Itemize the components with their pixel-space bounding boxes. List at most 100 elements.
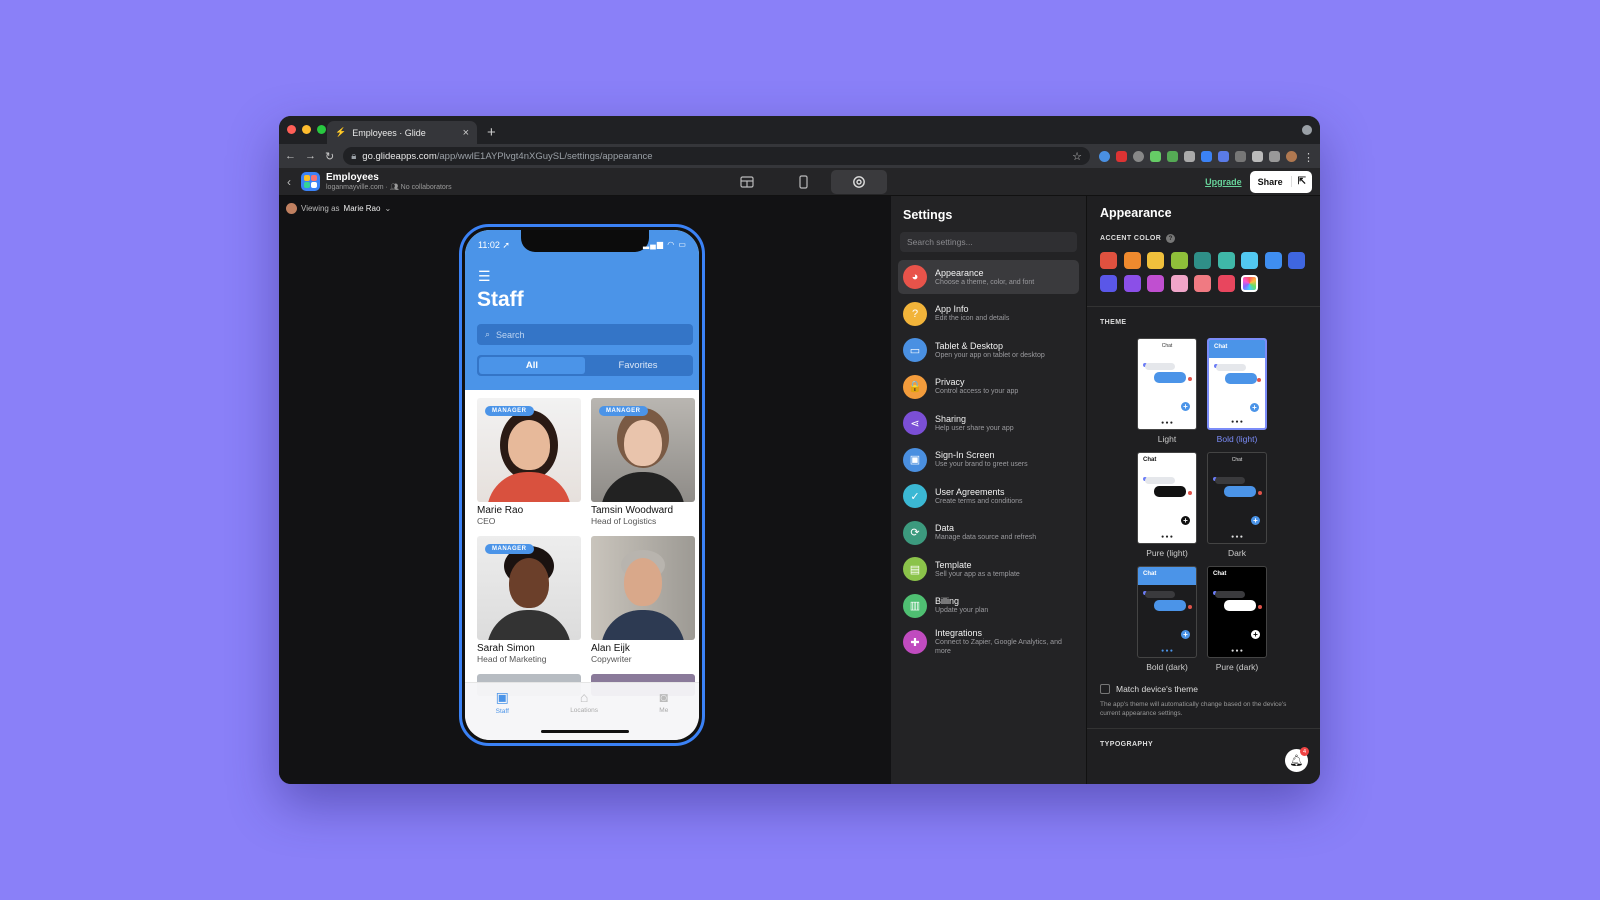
minimize-window-button[interactable] xyxy=(302,125,311,134)
zoom-window-button[interactable] xyxy=(317,125,326,134)
settings-item-label: Tablet & Desktop xyxy=(935,340,1004,351)
appearance-title: Appearance xyxy=(1100,206,1172,220)
accent-swatch[interactable] xyxy=(1288,252,1305,269)
notifications-button[interactable]: 🔔︎ 4 xyxy=(1285,747,1309,772)
custom-color-swatch[interactable] xyxy=(1241,275,1258,292)
settings-item-label: Sign-In Screen xyxy=(935,450,995,460)
theme-option-bold-light[interactable]: Chat + ● ● ● Bold (light) xyxy=(1207,338,1267,444)
tab-staff[interactable]: ▣ Staff xyxy=(496,689,509,740)
settings-mode-button[interactable] xyxy=(831,170,887,194)
accent-swatch[interactable] xyxy=(1123,252,1141,269)
accent-swatch[interactable] xyxy=(1147,252,1164,269)
accent-swatch[interactable] xyxy=(1123,275,1141,292)
theme-option-dark[interactable]: Chat + ● ● ● Dark xyxy=(1207,452,1267,558)
url-field[interactable]: 🔒︎ go.glideapps.com/app/wwlE1AYPlvgt4nXG… xyxy=(343,147,1090,165)
settings-item-user-agreements[interactable]: ✓ User Agreements Create terms and conditi… xyxy=(898,479,1079,513)
list-item[interactable]: MANAGER Tamsin Woodward Head of Logistic… xyxy=(591,398,695,526)
notification-count-badge: 4 xyxy=(1300,747,1309,756)
settings-item-data[interactable]: ⟳ Data Manage data source and refresh xyxy=(898,516,1079,550)
settings-item-label: Appearance xyxy=(935,267,984,278)
person-badge-icon: ▣ xyxy=(495,689,509,705)
bookmark-star-icon[interactable]: ☆ xyxy=(1072,150,1082,163)
back-chevron-icon[interactable]: ‹ xyxy=(287,175,291,189)
settings-search-input[interactable]: Search settings... xyxy=(900,232,1077,252)
accent-swatch[interactable] xyxy=(1147,275,1164,292)
back-arrow-icon[interactable]: ← xyxy=(285,150,296,162)
accent-swatch[interactable] xyxy=(1194,275,1211,292)
match-device-theme-checkbox[interactable]: Match device's theme xyxy=(1100,684,1307,694)
extension-icon[interactable] xyxy=(1235,150,1246,162)
accent-swatch[interactable] xyxy=(1100,252,1117,269)
list-item[interactable]: MANAGER Sarah Simon Head of Marketing xyxy=(477,536,581,664)
extension-icon[interactable] xyxy=(1201,150,1212,162)
settings-item-app-info[interactable]: ? App Info Edit the icon and details xyxy=(898,297,1079,331)
settings-item-description: Choose a theme, color, and font xyxy=(935,278,1035,286)
staff-search-input[interactable]: ⌕ Search xyxy=(477,324,693,345)
settings-item-description: Sell your app as a template xyxy=(935,570,1020,578)
layout-editor-button[interactable] xyxy=(775,170,831,194)
tab-me[interactable]: ◙ Me xyxy=(659,689,668,740)
reload-icon[interactable]: ↻ xyxy=(325,150,334,163)
theme-option-bold-dark[interactable]: Chat + ● ● ● Bold (dark) xyxy=(1137,566,1197,672)
accent-swatch[interactable] xyxy=(1170,252,1188,269)
data-editor-button[interactable] xyxy=(719,170,775,194)
accent-swatch[interactable] xyxy=(1170,275,1188,292)
share-button[interactable]: Share ⇱ xyxy=(1249,170,1312,193)
theme-option-light[interactable]: Chat + ● ● ● Light xyxy=(1137,338,1197,444)
settings-item-label: Privacy xyxy=(935,377,965,387)
puzzle-icon[interactable] xyxy=(1252,150,1263,162)
extension-icon[interactable] xyxy=(1218,150,1229,162)
settings-item-sharing[interactable]: ⋖ Sharing Help user share your app xyxy=(898,406,1079,440)
manager-badge: MANAGER xyxy=(485,406,534,416)
extension-icon[interactable] xyxy=(1099,150,1110,162)
theme-name: Light xyxy=(1157,434,1177,444)
segment-favorites[interactable]: Favorites xyxy=(585,357,691,374)
hamburger-menu-icon[interactable]: ☰ xyxy=(478,268,491,285)
settings-item-sign-in-screen[interactable]: ▣ Sign-In Screen Use your brand to greet u… xyxy=(898,443,1079,477)
app-subtitle: loganmayville.com · 👥︎ No collaborators xyxy=(326,183,452,191)
checkbox-box[interactable] xyxy=(1100,684,1110,694)
workspace: Viewing as Marie Rao ⌄ 11:02 ➚ ▂▄▆ ◠ ▭ ☰… xyxy=(279,196,1320,784)
more-menu-icon[interactable]: ⋮ xyxy=(1303,151,1314,164)
extension-icon[interactable] xyxy=(1150,150,1161,162)
settings-item-tablet-desktop[interactable]: ▭ Tablet & Desktop Open your app on tablet… xyxy=(898,333,1079,367)
forward-arrow-icon[interactable]: → xyxy=(305,150,316,162)
close-window-button[interactable] xyxy=(287,125,296,134)
external-link-icon[interactable]: ⇱ xyxy=(1290,176,1312,187)
user-icon: ◙ xyxy=(659,689,669,705)
accent-swatch[interactable] xyxy=(1217,252,1235,269)
help-icon[interactable]: ? xyxy=(1166,234,1176,243)
accent-swatch[interactable] xyxy=(1217,275,1235,292)
theme-option-pure-light[interactable]: Chat + ● ● ● Pure (light) xyxy=(1137,452,1197,558)
reading-list-icon[interactable] xyxy=(1269,150,1280,162)
settings-item-description: Update your plan xyxy=(935,607,989,614)
list-item[interactable]: Alan Eijk Copywriter xyxy=(591,536,695,664)
accent-swatch[interactable] xyxy=(1264,252,1282,269)
settings-item-appearance[interactable]: ◕ Appearance Choose a theme, color, and fo… xyxy=(898,260,1079,294)
accent-swatch[interactable] xyxy=(1194,252,1211,269)
accent-swatch[interactable] xyxy=(1100,275,1117,292)
upgrade-link[interactable]: Upgrade xyxy=(1205,177,1242,187)
segment-all[interactable]: All xyxy=(479,357,585,374)
settings-item-privacy[interactable]: 🔒 Privacy Control access to your app xyxy=(898,370,1079,404)
settings-item-integrations[interactable]: ✚ Integrations Connect to Zapier, Google A… xyxy=(898,625,1079,659)
extension-icon[interactable] xyxy=(1167,150,1178,162)
viewing-as-selector[interactable]: Viewing as Marie Rao ⌄ xyxy=(286,203,391,214)
theme-option-pure-dark[interactable]: Chat + ● ● ● Pure (dark) xyxy=(1207,566,1267,672)
extension-icon[interactable] xyxy=(1184,150,1195,162)
avatar xyxy=(286,203,297,214)
extension-icon[interactable] xyxy=(1116,150,1127,162)
settings-item-billing[interactable]: ▥ Billing Update your plan xyxy=(898,589,1079,623)
theme-name: Bold (dark) xyxy=(1146,662,1188,672)
browser-tab[interactable]: ⚡ Employees · Glide × xyxy=(327,121,477,144)
profile-circle-icon[interactable] xyxy=(1302,125,1312,135)
list-item[interactable]: MANAGER Marie Rao CEO xyxy=(477,398,581,526)
search-placeholder: Search xyxy=(496,329,525,340)
new-tab-icon[interactable]: + xyxy=(487,124,496,141)
accent-swatch[interactable] xyxy=(1241,252,1258,269)
extension-icon[interactable] xyxy=(1133,150,1144,162)
settings-item-template[interactable]: ▤ Template Sell your app as a template xyxy=(898,552,1079,586)
avatar[interactable] xyxy=(1286,150,1297,162)
close-tab-icon[interactable]: × xyxy=(463,127,469,139)
employee-role: Head of Logistics xyxy=(591,516,657,526)
